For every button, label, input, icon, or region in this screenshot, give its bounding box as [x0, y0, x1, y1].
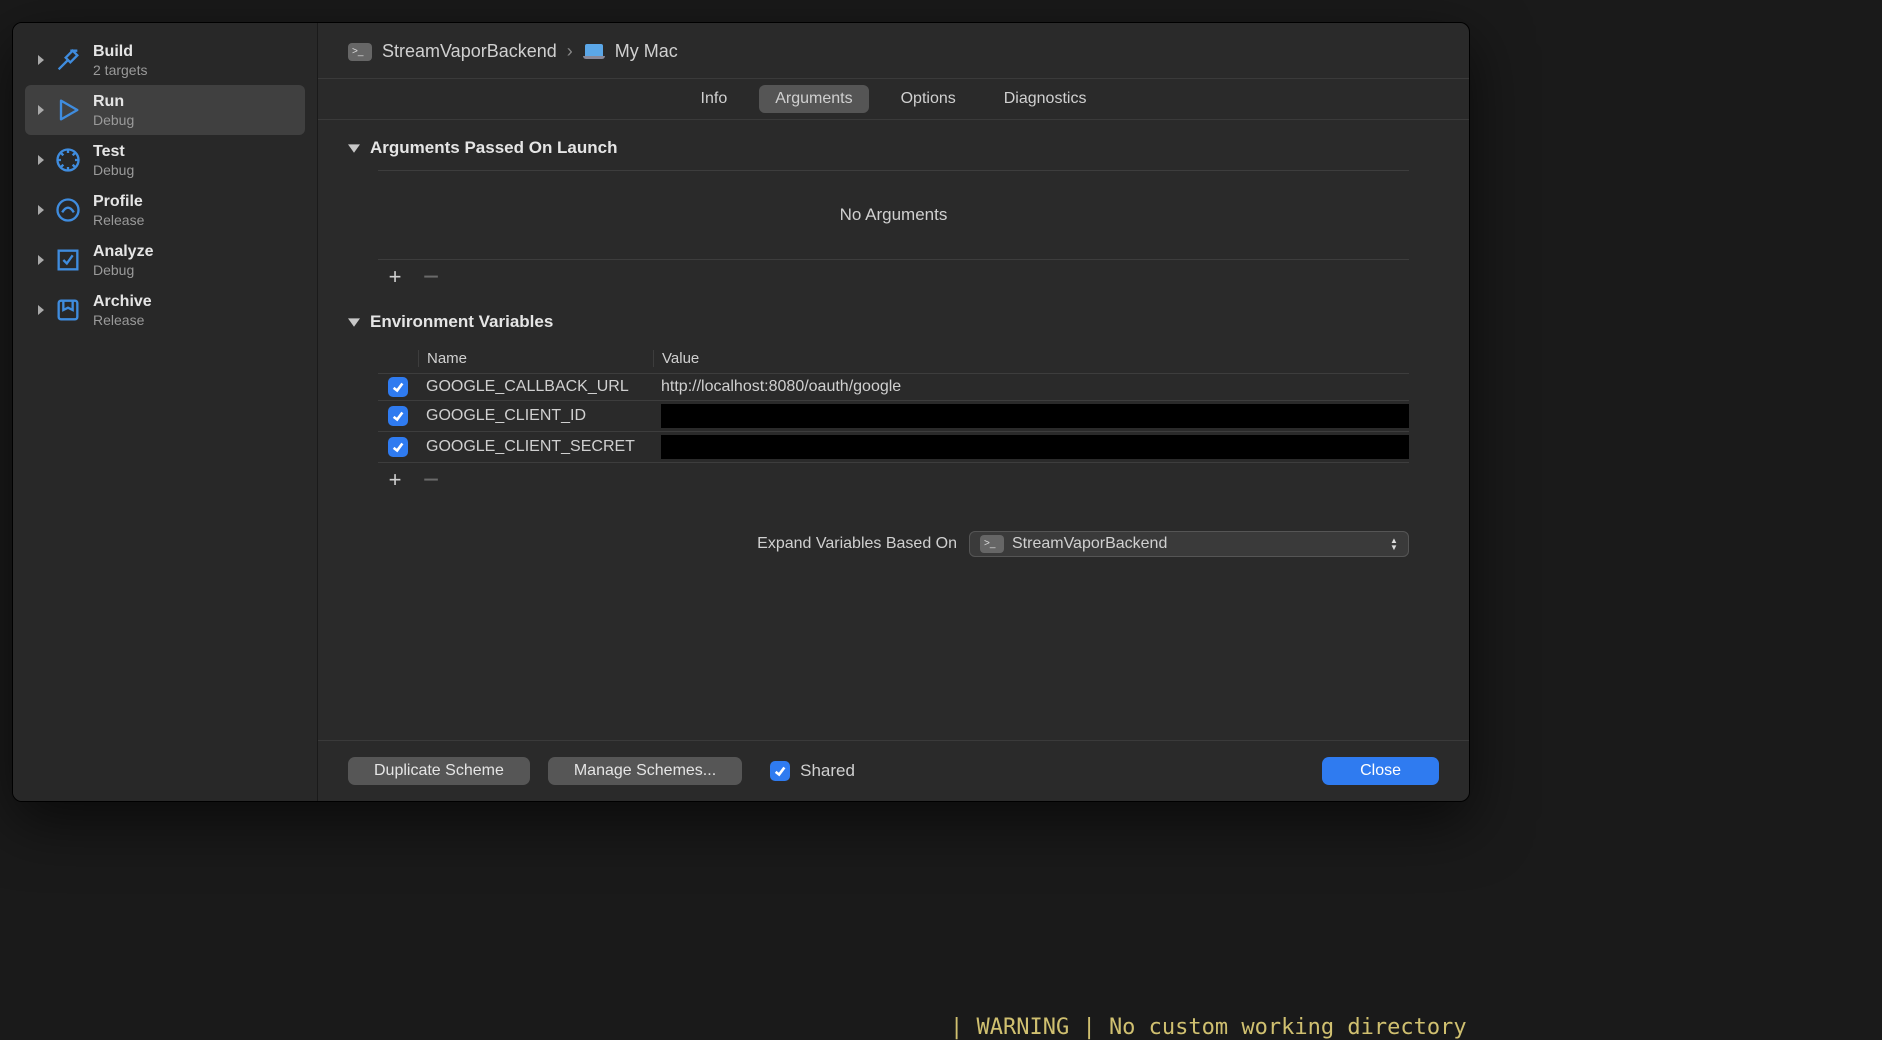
add-argument-button[interactable]: +: [384, 266, 406, 288]
env-enable-checkbox[interactable]: [388, 406, 408, 426]
remove-argument-button[interactable]: −: [420, 266, 442, 288]
section-arguments: Arguments Passed On Launch: [348, 138, 1439, 158]
sidebar-item-subtitle: Debug: [93, 112, 134, 128]
sidebar-item-subtitle: 2 targets: [93, 62, 147, 78]
env-name[interactable]: GOOGLE_CLIENT_ID: [426, 407, 586, 424]
sidebar-item-analyze[interactable]: AnalyzeDebug: [25, 235, 305, 285]
env-enable-checkbox[interactable]: [388, 437, 408, 457]
section-env-title: Environment Variables: [370, 312, 553, 332]
disclosure-triangle-icon[interactable]: [348, 142, 360, 154]
updown-icon: ▲▼: [1386, 535, 1402, 553]
arguments-list-empty: No Arguments: [378, 170, 1409, 260]
manage-schemes-button[interactable]: Manage Schemes...: [548, 757, 742, 785]
env-row[interactable]: GOOGLE_CLIENT_SECRET: [378, 432, 1409, 463]
sidebar-item-title: Build: [93, 43, 147, 61]
section-arguments-title: Arguments Passed On Launch: [370, 138, 618, 158]
laptop-icon: [583, 44, 605, 60]
scheme-editor-window: Build2 targetsRunDebugTestDebugProfileRe…: [12, 22, 1470, 802]
tab-info[interactable]: Info: [685, 85, 744, 113]
hammer-icon: [53, 45, 83, 75]
chevron-right-icon[interactable]: [33, 252, 49, 268]
chevron-right-icon: ›: [567, 41, 573, 62]
breadcrumb-destination[interactable]: My Mac: [615, 41, 678, 62]
wrench-icon: [53, 145, 83, 175]
sidebar-item-subtitle: Debug: [93, 262, 153, 278]
env-row[interactable]: GOOGLE_CLIENT_ID: [378, 401, 1409, 432]
env-name[interactable]: GOOGLE_CLIENT_SECRET: [426, 438, 635, 455]
tab-arguments[interactable]: Arguments: [759, 85, 868, 113]
chevron-right-icon[interactable]: [33, 202, 49, 218]
sidebar-item-profile[interactable]: ProfileRelease: [25, 185, 305, 235]
sidebar-item-run[interactable]: RunDebug: [25, 85, 305, 135]
remove-env-button[interactable]: −: [420, 469, 442, 491]
env-header-value: Value: [653, 350, 1409, 367]
expand-variables-popup[interactable]: >_ StreamVaporBackend ▲▼: [969, 531, 1409, 557]
archive-icon: [53, 295, 83, 325]
env-table: Name Value GOOGLE_CALLBACK_URL http://loc…: [378, 344, 1409, 463]
redacted-value: [661, 404, 1409, 428]
analyze-icon: [53, 245, 83, 275]
terminal-icon: >_: [980, 535, 1004, 553]
chevron-right-icon[interactable]: [33, 302, 49, 318]
tab-diagnostics[interactable]: Diagnostics: [988, 85, 1103, 113]
sidebar-item-title: Run: [93, 93, 134, 111]
sidebar-item-archive[interactable]: ArchiveRelease: [25, 285, 305, 335]
chevron-right-icon[interactable]: [33, 152, 49, 168]
gauge-icon: [53, 195, 83, 225]
env-row[interactable]: GOOGLE_CALLBACK_URL http://localhost:8080…: [378, 374, 1409, 401]
breadcrumb: >_ StreamVaporBackend › My Mac: [318, 23, 1469, 78]
tab-options[interactable]: Options: [885, 85, 972, 113]
sidebar-item-title: Test: [93, 143, 134, 161]
duplicate-scheme-button[interactable]: Duplicate Scheme: [348, 757, 530, 785]
sidebar-item-build[interactable]: Build2 targets: [25, 35, 305, 85]
breadcrumb-project[interactable]: StreamVaporBackend: [382, 41, 557, 62]
redacted-value: [661, 435, 1409, 459]
env-header-name: Name: [418, 350, 653, 367]
env-enable-checkbox[interactable]: [388, 377, 408, 397]
footer: Duplicate Scheme Manage Schemes... Share…: [318, 740, 1469, 801]
play-icon: [53, 95, 83, 125]
chevron-right-icon[interactable]: [33, 52, 49, 68]
terminal-output-line: | WARNING | No custom working directory: [950, 1015, 1467, 1040]
section-env: Environment Variables: [348, 312, 1439, 332]
close-button[interactable]: Close: [1322, 757, 1439, 785]
env-value[interactable]: http://localhost:8080/oauth/google: [661, 378, 901, 395]
shared-label: Shared: [800, 761, 855, 781]
sidebar-item-subtitle: Release: [93, 212, 144, 228]
scheme-action-sidebar: Build2 targetsRunDebugTestDebugProfileRe…: [13, 23, 318, 801]
env-name[interactable]: GOOGLE_CALLBACK_URL: [426, 378, 629, 395]
sidebar-item-title: Archive: [93, 293, 152, 311]
disclosure-triangle-icon[interactable]: [348, 316, 360, 328]
sidebar-item-subtitle: Release: [93, 312, 152, 328]
expand-variables-label: Expand Variables Based On: [757, 535, 957, 553]
sidebar-item-title: Analyze: [93, 243, 153, 261]
tab-bar: Info Arguments Options Diagnostics: [318, 78, 1469, 120]
sidebar-item-subtitle: Debug: [93, 162, 134, 178]
add-env-button[interactable]: +: [384, 469, 406, 491]
sidebar-item-title: Profile: [93, 193, 144, 211]
terminal-icon: >_: [348, 43, 372, 61]
shared-checkbox[interactable]: [770, 761, 790, 781]
chevron-right-icon[interactable]: [33, 102, 49, 118]
sidebar-item-test[interactable]: TestDebug: [25, 135, 305, 185]
expand-variables-value: StreamVaporBackend: [1012, 535, 1167, 553]
